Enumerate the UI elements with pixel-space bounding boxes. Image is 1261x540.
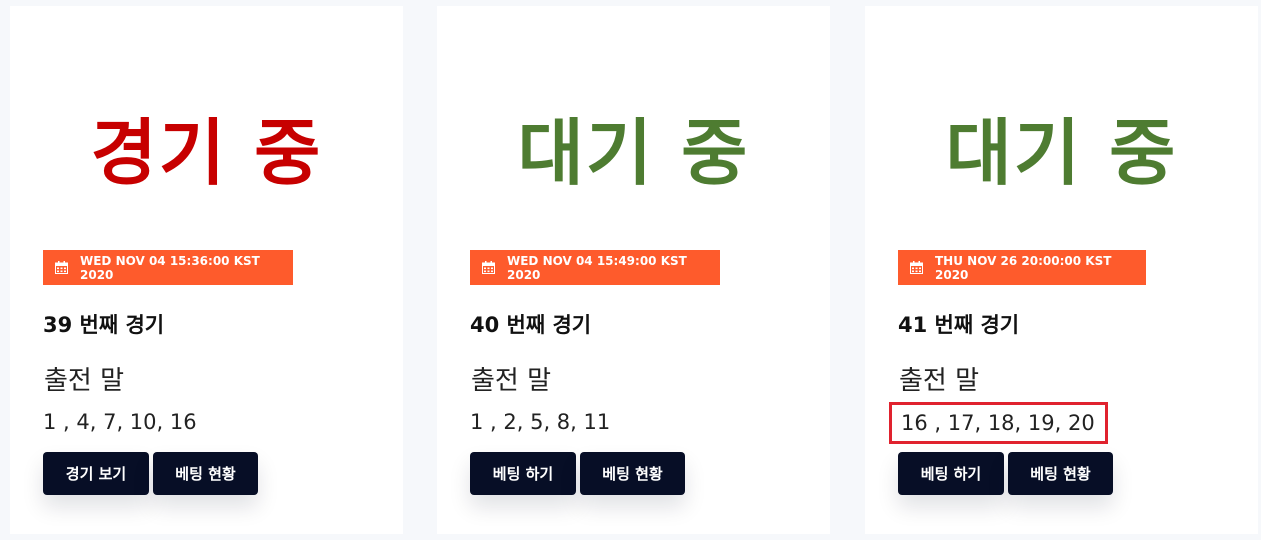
game-number: 41 번째 경기 — [898, 313, 1020, 337]
date-text: WED NOV 04 15:36:00 KST 2020 — [80, 253, 260, 282]
game-number: 40 번째 경기 — [470, 313, 592, 337]
calendar-icon — [55, 261, 68, 274]
horses-title: 출전 말 — [44, 366, 125, 396]
horses-list: 1 , 2, 5, 8, 11 — [470, 410, 611, 434]
horses-list-highlighted: 16 , 17, 18, 19, 20 — [889, 402, 1108, 444]
date-badge: THU NOV 26 20:00:00 KST 2020 — [898, 250, 1146, 285]
calendar-icon — [910, 261, 923, 274]
status-label: 대기 중 — [517, 111, 750, 195]
watch-game-button[interactable]: 경기 보기 — [43, 452, 149, 495]
calendar-icon — [482, 261, 495, 274]
horses-list: 1 , 4, 7, 10, 16 — [43, 410, 197, 434]
status-label: 경기 중 — [90, 111, 323, 195]
game-number: 39 번째 경기 — [43, 313, 165, 337]
status-label: 대기 중 — [945, 111, 1178, 195]
race-card: 대기 중 THU NOV 26 20:00:00 KST 2020 41 번째 … — [865, 6, 1258, 534]
date-badge: WED NOV 04 15:36:00 KST 2020 — [43, 250, 293, 285]
betting-status-button[interactable]: 베팅 현황 — [153, 452, 258, 495]
race-card: 대기 중 WED NOV 04 15:49:00 KST 2020 40 번째 … — [437, 6, 830, 534]
betting-status-button[interactable]: 베팅 현황 — [1008, 452, 1113, 495]
place-bet-button[interactable]: 베팅 하기 — [898, 452, 1004, 495]
horses-title: 출전 말 — [899, 366, 980, 396]
race-card: 경기 중 WED NOV 04 15:36:00 KST 2020 39 번째 … — [10, 6, 403, 534]
place-bet-button[interactable]: 베팅 하기 — [470, 452, 576, 495]
date-text: THU NOV 26 20:00:00 KST 2020 — [935, 253, 1112, 282]
date-badge: WED NOV 04 15:49:00 KST 2020 — [470, 250, 720, 285]
horses-title: 출전 말 — [471, 366, 552, 396]
betting-status-button[interactable]: 베팅 현황 — [580, 452, 685, 495]
date-text: WED NOV 04 15:49:00 KST 2020 — [507, 253, 687, 282]
